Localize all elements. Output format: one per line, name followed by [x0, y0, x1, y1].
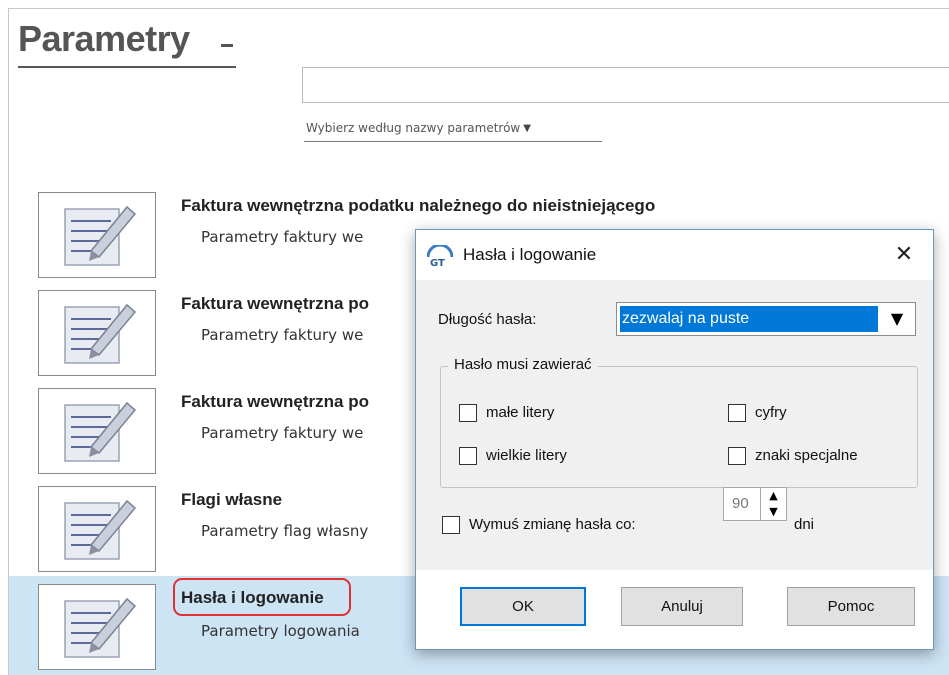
help-button-label: Pomoc	[827, 598, 875, 615]
app-logo-icon: GT	[427, 245, 453, 267]
spin-down-icon[interactable]: ▼	[761, 504, 786, 520]
force-change-checkbox[interactable]	[442, 516, 460, 534]
title-underline	[18, 66, 236, 68]
cancel-button-label: Anuluj	[661, 598, 703, 615]
parameter-document-icon	[38, 290, 156, 376]
cancel-button[interactable]: Anuluj	[621, 587, 743, 626]
close-icon[interactable]: ✕	[886, 240, 922, 270]
days-unit-label: dni	[794, 516, 815, 533]
filter-label: Wybierz według nazwy parametrów	[306, 121, 521, 135]
chevron-down-icon[interactable]: ▼	[879, 303, 915, 335]
interval-spinner: ▲ ▼	[761, 487, 787, 521]
force-change-label[interactable]: Wymuś zmianę hasła co:	[469, 516, 636, 533]
uppercase-checkbox[interactable]	[459, 447, 477, 465]
row-subtitle: Parametry logowania	[201, 622, 360, 640]
filter-by-name-dropdown[interactable]: Wybierz według nazwy parametrów ▼	[306, 121, 531, 135]
parameter-document-icon	[38, 192, 156, 278]
row-subtitle: Parametry faktury we	[201, 228, 364, 246]
row-title[interactable]: Faktura wewnętrzna po	[181, 392, 369, 412]
password-length-label: Długość hasła:	[438, 311, 537, 328]
spin-up-icon[interactable]: ▲	[761, 488, 786, 504]
uppercase-label[interactable]: wielkie litery	[486, 447, 567, 464]
dialog-body: Długość hasła: zezwalaj na puste ▼ Hasło…	[416, 280, 933, 570]
highlight-annotation	[173, 578, 351, 616]
lowercase-label[interactable]: małe litery	[486, 404, 554, 421]
ok-button-label: OK	[512, 598, 534, 615]
parameter-document-icon	[38, 584, 156, 670]
parameter-document-icon	[38, 486, 156, 572]
digits-label[interactable]: cyfry	[755, 404, 787, 421]
password-requirements-group	[440, 366, 918, 488]
help-button[interactable]: Pomoc	[787, 587, 915, 626]
group-legend: Hasło musi zawierać	[448, 356, 598, 373]
row-title[interactable]: Faktura wewnętrzna po	[181, 294, 369, 314]
parameter-search-input[interactable]	[302, 67, 949, 103]
dialog-footer: OK Anuluj Pomoc	[416, 570, 933, 649]
password-length-select[interactable]: zezwalaj na puste ▼	[616, 302, 916, 336]
row-title[interactable]: Faktura wewnętrzna podatku należnego do …	[181, 196, 655, 216]
interval-days-input[interactable]: 90	[723, 487, 761, 521]
parameter-document-icon	[38, 388, 156, 474]
page-title[interactable]: Parametry	[18, 18, 190, 60]
title-dropdown-icon[interactable]	[221, 44, 233, 47]
special-chars-label[interactable]: znaki specjalne	[755, 447, 858, 464]
row-title[interactable]: Flagi własne	[181, 490, 282, 510]
password-login-dialog: GT Hasła i logowanie ✕ Długość hasła: ze…	[415, 229, 934, 650]
page-title-text: Parametry	[18, 18, 190, 59]
password-length-value: zezwalaj na puste	[620, 306, 878, 332]
frame-top-border	[8, 8, 949, 9]
dialog-title: Hasła i logowanie	[463, 245, 597, 264]
ok-button[interactable]: OK	[460, 587, 586, 626]
special-chars-checkbox[interactable]	[728, 447, 746, 465]
row-subtitle: Parametry faktury we	[201, 326, 364, 344]
svg-text:GT: GT	[430, 258, 445, 267]
chevron-down-icon: ▼	[523, 122, 531, 134]
lowercase-checkbox[interactable]	[459, 404, 477, 422]
dialog-titlebar[interactable]: GT Hasła i logowanie ✕	[416, 230, 933, 280]
row-subtitle: Parametry flag własny	[201, 522, 369, 540]
row-subtitle: Parametry faktury we	[201, 424, 364, 442]
digits-checkbox[interactable]	[728, 404, 746, 422]
filter-underline	[304, 141, 602, 142]
